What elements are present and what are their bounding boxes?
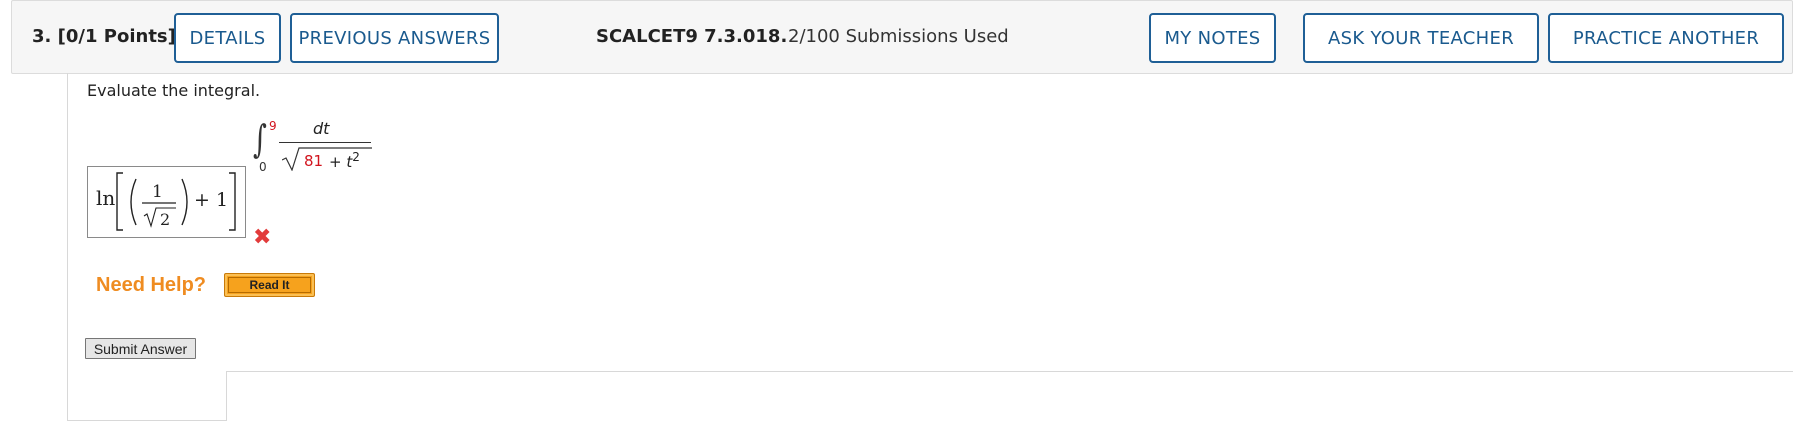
denominator-constant: 81 bbox=[304, 152, 324, 170]
exponent: 2 bbox=[352, 150, 360, 164]
submissions-used: 2/100 Submissions Used bbox=[788, 26, 1009, 47]
right-paren-icon bbox=[181, 178, 188, 226]
lower-limit: 0 bbox=[259, 160, 267, 174]
panel-border bbox=[226, 371, 227, 421]
question-header: 3. [0/1 Points] DETAILS PREVIOUS ANSWERS… bbox=[11, 0, 1793, 74]
question-number-points: 3. [0/1 Points] bbox=[32, 26, 176, 47]
answer-input[interactable]: ln 1 2 + 1 bbox=[87, 166, 246, 238]
question-number: 3. bbox=[32, 26, 52, 47]
panel-border bbox=[67, 420, 227, 421]
ln-function: ln bbox=[96, 186, 115, 210]
practice-another-button[interactable]: PRACTICE ANOTHER bbox=[1548, 13, 1784, 63]
submit-answer-button[interactable]: Submit Answer bbox=[85, 338, 196, 359]
question-points: [0/1 Points] bbox=[57, 26, 176, 47]
problem-code: SCALCET9 7.3.018. bbox=[596, 26, 788, 47]
fraction-numerator: 1 bbox=[152, 182, 163, 202]
panel-border bbox=[67, 73, 68, 421]
left-bracket-icon bbox=[116, 172, 123, 231]
need-help-label: Need Help? bbox=[96, 274, 207, 296]
question-panel: Evaluate the integral. ∫ 9 0 dt 81 + t2 … bbox=[67, 73, 1793, 423]
ask-your-teacher-button[interactable]: ASK YOUR TEACHER bbox=[1303, 13, 1539, 63]
left-paren-icon bbox=[130, 178, 137, 226]
fraction-bar bbox=[279, 142, 371, 143]
details-button[interactable]: DETAILS bbox=[174, 13, 281, 63]
previous-answers-button[interactable]: PREVIOUS ANSWERS bbox=[290, 13, 499, 63]
fraction-denominator: 2 bbox=[160, 210, 170, 229]
denominator-variable: + t2 bbox=[329, 150, 360, 171]
denominator-term: + t bbox=[329, 153, 353, 171]
panel-border bbox=[226, 371, 1793, 372]
question-prompt: Evaluate the integral. bbox=[87, 81, 261, 100]
answer-math-render: ln 1 2 + 1 bbox=[96, 172, 236, 231]
integral-sign-icon: ∫ bbox=[252, 117, 267, 161]
plus-one: + 1 bbox=[194, 189, 228, 211]
upper-limit: 9 bbox=[269, 119, 277, 133]
integrand-numerator: dt bbox=[313, 119, 330, 138]
my-notes-button[interactable]: MY NOTES bbox=[1149, 13, 1276, 63]
right-bracket-icon bbox=[229, 172, 236, 231]
incorrect-x-icon: ✖ bbox=[253, 225, 272, 250]
read-it-label: Read It bbox=[228, 277, 311, 293]
read-it-button[interactable]: Read It bbox=[224, 273, 315, 297]
